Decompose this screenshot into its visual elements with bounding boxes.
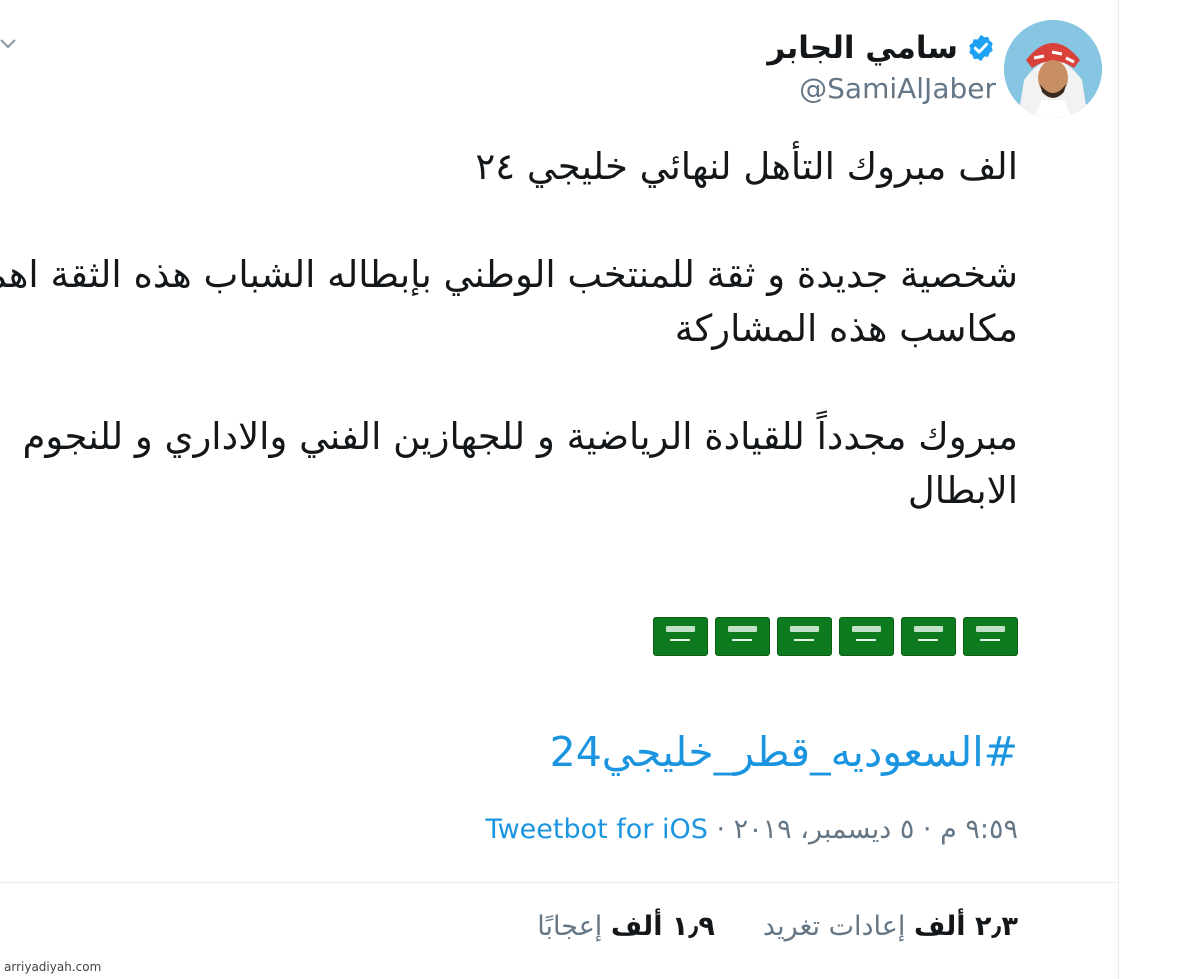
avatar-image	[1004, 20, 1102, 118]
background-edge	[1119, 0, 1200, 979]
saudi-flag-icon	[653, 617, 708, 656]
saudi-flag-icon	[963, 617, 1018, 656]
chevron-down-icon[interactable]	[0, 36, 16, 52]
tweet-paragraph: شخصية جديدة و ثقة للمنتخب الوطني بإبطاله…	[0, 253, 1018, 350]
tweet-source-link[interactable]: Tweetbot for iOS	[486, 814, 708, 845]
saudi-flag-icon	[901, 617, 956, 656]
tweet-text: الف مبروك التأهل لنهائي خليجي ٢٤ شخصية ج…	[0, 140, 1018, 572]
likes-stat[interactable]: ١٫٩ ألف إعجابًا	[537, 911, 715, 942]
likes-count: ١٫٩ ألف	[610, 911, 715, 942]
avatar[interactable]	[1004, 20, 1102, 118]
likes-label: إعجابًا	[537, 911, 603, 942]
author-handle[interactable]: @SamiAlJaber	[799, 72, 996, 105]
verified-badge-icon	[969, 34, 993, 62]
retweets-stat[interactable]: ٢٫٣ ألف إعادات تغريد	[763, 911, 1018, 942]
engagement-stats: ٢٫٣ ألف إعادات تغريد ١٫٩ ألف إعجابًا	[537, 911, 1018, 942]
author-row[interactable]: سامي الجابر	[767, 30, 996, 66]
tweet-paragraph: مبروك مجدداً للقيادة الرياضية و للجهازين…	[22, 415, 1019, 512]
saudi-flag-icon	[839, 617, 894, 656]
saudi-flag-icon	[777, 617, 832, 656]
retweets-label: إعادات تغريد	[762, 911, 906, 942]
saudi-flag-icon	[715, 617, 770, 656]
tweet-timestamp[interactable]: ٩:٥٩ م · ٥ ديسمبر، ٢٠١٩ ·	[708, 814, 1018, 845]
watermark: arriyadiyah.com	[4, 960, 102, 974]
flag-emoji-row	[653, 617, 1018, 656]
retweets-count: ٢٫٣ ألف	[914, 911, 1018, 942]
hashtag-link[interactable]: #السعوديه_قطر_خليجي24	[550, 728, 1018, 776]
tweet-metadata: ٩:٥٩ م · ٥ ديسمبر، ٢٠١٩ · Tweetbot for i…	[486, 814, 1018, 845]
divider	[0, 882, 1118, 883]
author-name[interactable]: سامي الجابر	[767, 30, 958, 66]
tweet-paragraph: الف مبروك التأهل لنهائي خليجي ٢٤	[475, 145, 1018, 188]
tweet-card: سامي الجابر @SamiAlJaber الف مبروك التأه…	[0, 0, 1119, 979]
